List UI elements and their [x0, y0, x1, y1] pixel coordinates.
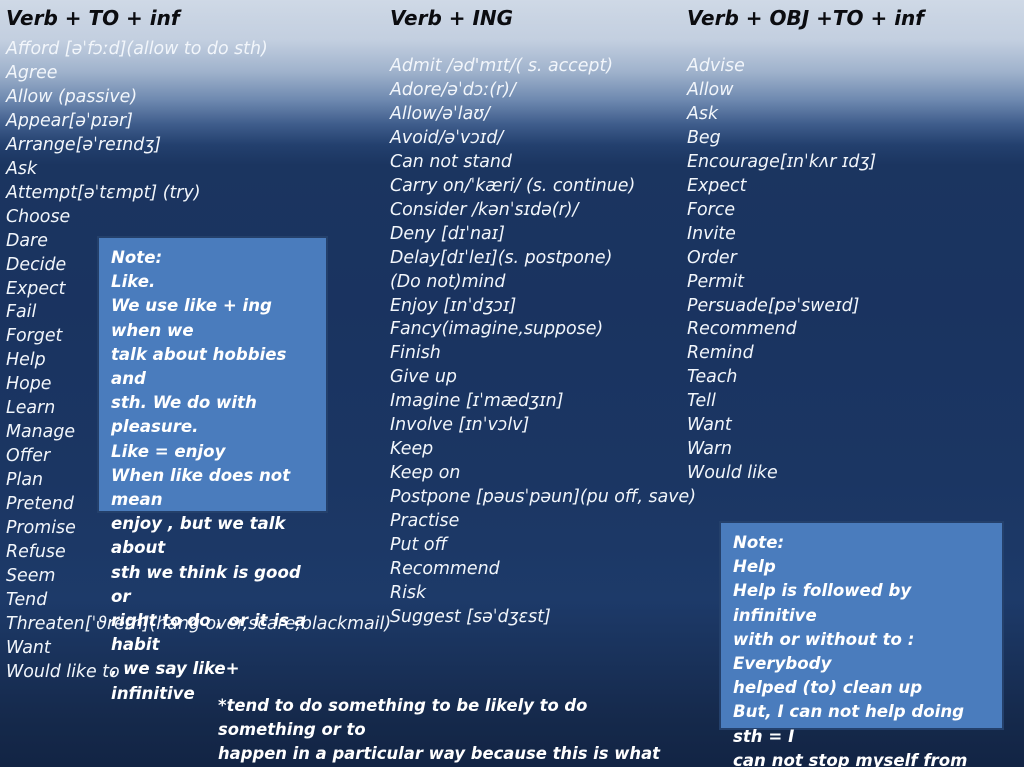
list-item: Allow (passive) [6, 86, 138, 107]
list-item: Allow/əˈlaʊ/ [390, 103, 490, 124]
note-line: talk about hobbies and [111, 344, 287, 389]
list-item: Ask [6, 158, 38, 179]
note-line: We use like + ing when we [111, 296, 272, 340]
note-line: helped (to) clean up [733, 678, 923, 698]
list-item: Admit /əd'mɪt/( s. accept) [390, 56, 614, 76]
list-item: Adore/əˈdɔː(r)/ [390, 79, 516, 100]
column-header-verb-obj-to-inf: Verb + OBJ +TO + inf [687, 6, 924, 30]
list-item: Attempt[əˈtɛmpt] (try) [6, 182, 201, 203]
list-item: Warn [687, 439, 733, 460]
list-item: Postpone [pəusˈpəun](pu off, save) [390, 487, 697, 508]
note-line: with or without to : Everybody [733, 629, 915, 674]
note-line: Note: [111, 248, 163, 267]
list-item: Beg [687, 127, 721, 148]
list-item: Order [687, 247, 737, 268]
list-item: Agree [6, 62, 58, 83]
list-item: Keep on [390, 463, 461, 484]
verb-list-verb-ing: Admit /əd'mɪt/( s. accept) Adore/əˈdɔː(r… [390, 55, 696, 630]
slide-canvas: Verb + TO + inf Afford [əˈfɔːd](allow to… [0, 0, 1024, 767]
list-item: Carry on/ˈkæri/ (s. continue) [390, 175, 636, 196]
note-box-help: Note: Help Help is followed by infinitiv… [719, 521, 1004, 767]
list-item: Involve [ɪnˈvɔlv] [390, 415, 530, 436]
list-item: Keep [390, 439, 434, 460]
list-item: Avoid/əˈvɔɪd/ [390, 127, 504, 148]
note-line: sth we think is good or [111, 562, 301, 606]
note-line: When like does not mean [111, 465, 291, 510]
list-item: Permit [687, 271, 744, 292]
list-item: Arrange[əˈreɪndʒ] [6, 134, 162, 155]
list-item: Afford [əˈfɔːd](allow to do sth) [6, 39, 268, 59]
list-item: Teach [687, 367, 738, 388]
list-item: Remind [687, 343, 754, 364]
note-line: Like. [111, 272, 156, 292]
list-item: Ask [687, 103, 719, 124]
list-item: Consider /kənˈsɪdə(r)/ [390, 199, 579, 220]
list-item: Imagine [ɪˈmædʒɪn] [390, 391, 564, 412]
list-item: Want [687, 415, 732, 436]
list-item: Invite [687, 223, 736, 244]
note-line: But, I can not help doing sth = I [733, 702, 965, 746]
list-item: Would like [687, 463, 778, 484]
list-item: (Do not)mind [390, 271, 506, 292]
list-item: Allow [687, 79, 734, 100]
list-item: Persuade[pəˈsweɪd] [687, 295, 860, 316]
list-item: Give up [390, 367, 457, 388]
list-item: Delay[dɪˈleɪ](s. postpone) [390, 247, 613, 268]
footnote-line: happen in a particular way because this … [218, 743, 660, 763]
list-item: Put off [390, 535, 448, 556]
note-line: Help is followed by infinitive [733, 581, 912, 625]
note-line: Help [733, 557, 776, 577]
verb-list-verb-obj-to-inf: Advise Allow Ask Beg Encourage[ɪnˈkʌr ɪd… [687, 55, 876, 486]
list-item: Appear[əˈpɪər] [6, 110, 133, 131]
column-header-verb-to-inf: Verb + TO + inf [6, 6, 180, 30]
note-box-like: Note: Like. We use like + ing when we ta… [97, 236, 328, 703]
list-item: Encourage[ɪnˈkʌr ɪdʒ] [687, 151, 877, 172]
note-line: right to do , or it is a habit [111, 611, 306, 655]
note-line: Like = enjoy [111, 441, 226, 461]
list-item: Fancy(imagine,suppose) [390, 319, 604, 340]
note-line: can not stop myself from doing [733, 750, 968, 767]
note-line: enjoy , but we talk about [111, 514, 286, 558]
column-header-verb-ing: Verb + ING [390, 6, 514, 30]
list-item: Recommend [390, 559, 500, 580]
list-item: Risk [390, 582, 427, 603]
list-item: Recommend [687, 319, 797, 340]
list-item: Force [687, 199, 736, 220]
list-item: Choose [6, 206, 71, 227]
list-item: Suggest [səˈdʒɛst] [390, 606, 551, 627]
list-item: Advise [687, 56, 745, 76]
note-line: Note: [733, 533, 785, 552]
list-item: Can not stand [390, 151, 512, 172]
list-item: Finish [390, 343, 441, 364]
list-item: Expect [687, 175, 747, 196]
list-item: Deny [dɪˈnaɪ] [390, 223, 505, 244]
footnote-line: *tend to do something to be likely to do… [218, 696, 588, 739]
list-item: Practise [390, 511, 460, 532]
footnote-tend: *tend to do something to be likely to do… [218, 694, 688, 767]
note-line: sth. We do with pleasure. [111, 393, 257, 437]
list-item: Enjoy [ɪnˈdʒɔɪ] [390, 295, 517, 316]
list-item: Tell [687, 391, 716, 412]
